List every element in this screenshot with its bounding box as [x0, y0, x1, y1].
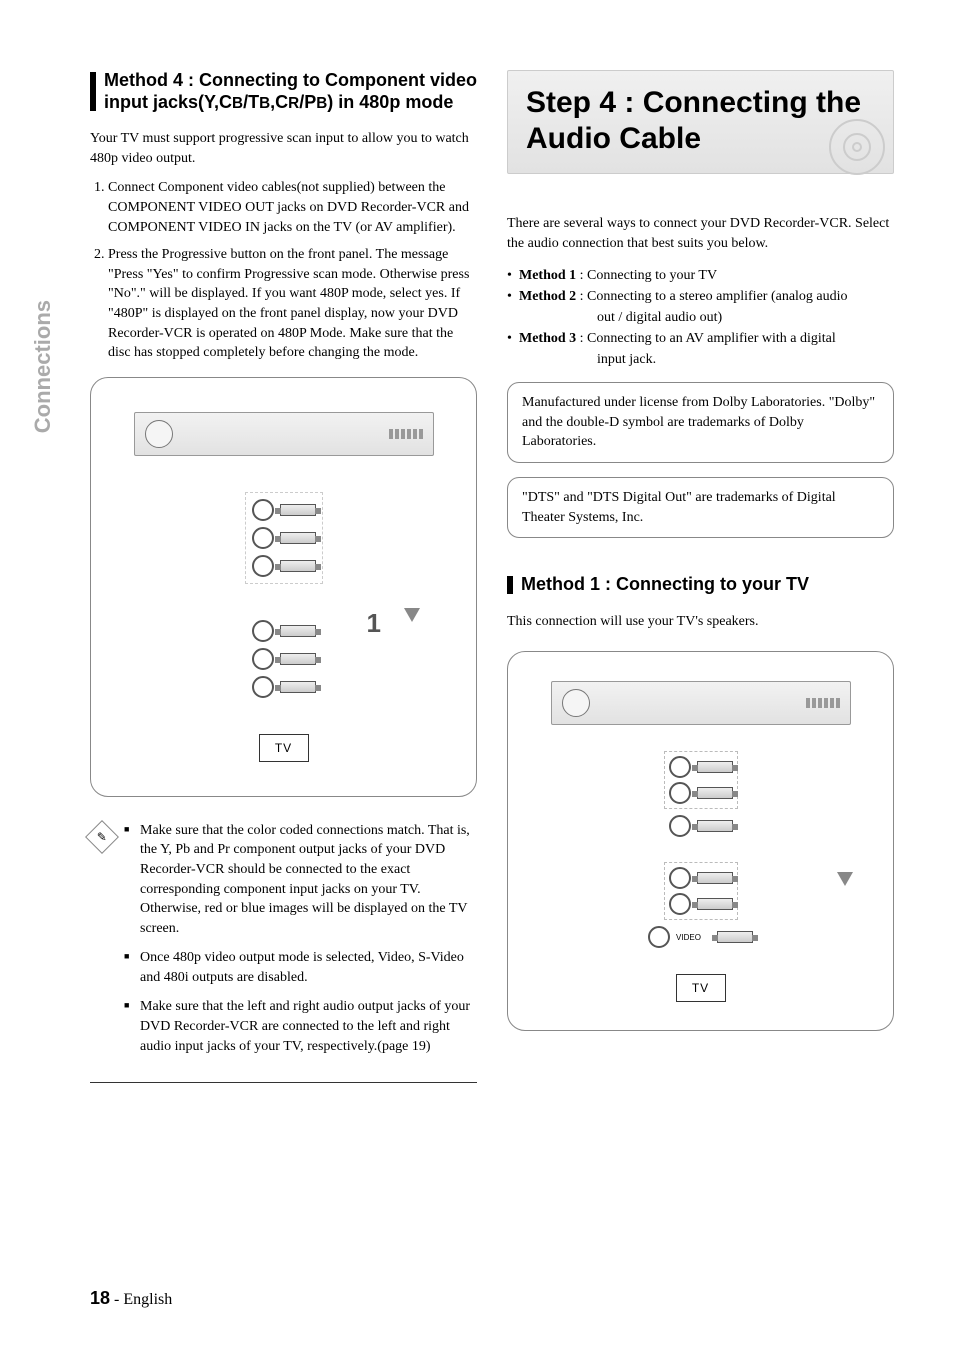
step4-banner: Step 4 : Connecting the Audio Cable — [507, 70, 894, 174]
method-label: Method 3 — [519, 331, 576, 346]
jack-audio-l-icon — [669, 782, 691, 804]
connection-diagram-2: VIDEO TV — [507, 651, 894, 1031]
method1-section: Method 1 : Connecting to your TV This co… — [507, 574, 894, 1031]
jack-audio-r-icon — [669, 756, 691, 778]
note-block: ✎ Make sure that the color coded connect… — [90, 821, 477, 1067]
note-item: Make sure that the color coded connectio… — [124, 821, 477, 939]
h-text3: ,C — [270, 92, 288, 112]
list-item: Method 1 : Connecting to your TV — [507, 265, 894, 286]
plug-icon — [717, 931, 753, 943]
method-text: : Connecting to a stereo amplifier (anal… — [576, 289, 847, 304]
jack-icon — [669, 867, 691, 889]
h-sc4: B — [316, 95, 327, 112]
banner-circles-icon — [815, 117, 885, 167]
audio-methods-list: Method 1 : Connecting to your TV Method … — [507, 265, 894, 370]
dts-info-box: "DTS" and "DTS Digital Out" are trademar… — [507, 477, 894, 538]
note-list: Make sure that the color coded connectio… — [124, 821, 477, 1067]
h-sc2: B — [259, 95, 270, 112]
jack-icon — [252, 676, 274, 698]
jack-pr-icon — [252, 555, 274, 577]
plug-icon — [280, 560, 316, 572]
jack-y-icon — [252, 499, 274, 521]
plug-icon — [280, 532, 316, 544]
right-column: Step 4 : Connecting the Audio Cable Ther… — [507, 70, 894, 1309]
method4-intro: Your TV must support progressive scan in… — [90, 129, 477, 168]
note-item: Make sure that the left and right audio … — [124, 997, 477, 1056]
list-item: Method 3 : Connecting to an AV amplifier… — [507, 328, 894, 370]
tv-label-box: TV — [676, 974, 726, 1002]
jack-icon — [648, 926, 670, 948]
device-knob-icon — [562, 689, 590, 717]
page-number: 18 — [90, 1288, 110, 1308]
plug-icon — [280, 504, 316, 516]
plug-icon — [280, 653, 316, 665]
h-sc3: R — [288, 95, 299, 112]
jack-pb-icon — [252, 527, 274, 549]
method-label: Method 1 — [519, 268, 576, 283]
plug-icon — [697, 761, 733, 773]
arrow-down-icon — [404, 608, 420, 622]
footer-language: English — [123, 1291, 172, 1308]
connection-diagram-1: 1 TV — [90, 377, 477, 797]
method-text: : Connecting to your TV — [576, 268, 717, 283]
arrow-down-icon — [837, 872, 853, 886]
note-item: Once 480p video output mode is selected,… — [124, 948, 477, 987]
h-text4: /P — [299, 92, 316, 112]
section-divider — [90, 1082, 477, 1083]
jack-video-icon — [669, 815, 691, 837]
device-ports-icon — [806, 698, 840, 708]
method-label: Method 2 — [519, 289, 576, 304]
component-out-jacks — [245, 492, 323, 584]
jack-icon — [669, 893, 691, 915]
plug-icon — [697, 787, 733, 799]
method4-steps: Connect Component video cables(not suppl… — [90, 178, 477, 362]
h-text2: /T — [243, 92, 259, 112]
device-knob-icon — [145, 420, 173, 448]
left-column: Method 4 : Connecting to Component video… — [90, 70, 477, 1309]
method1-heading: Method 1 : Connecting to your TV — [507, 574, 894, 596]
jack-icon — [252, 620, 274, 642]
method-cont: input jack. — [519, 352, 656, 367]
h-sc1: B — [232, 95, 243, 112]
plug-icon — [697, 820, 733, 832]
list-item: Method 2 : Connecting to a stereo amplif… — [507, 286, 894, 328]
method1-text: This connection will use your TV's speak… — [507, 612, 894, 632]
page-footer: 18 - English — [90, 1288, 172, 1309]
page-content: Method 4 : Connecting to Component video… — [0, 0, 954, 1349]
step4-intro: There are several ways to connect your D… — [507, 214, 894, 253]
plug-icon — [280, 681, 316, 693]
plug-icon — [697, 898, 733, 910]
device-ports-icon — [389, 429, 423, 439]
step-2: Press the Progressive button on the fron… — [108, 245, 477, 363]
tv-audio-in-jacks: VIDEO — [648, 862, 753, 948]
video-jack-label: VIDEO — [676, 933, 701, 942]
tv-label-box: TV — [259, 734, 309, 762]
audio-out-jacks — [664, 751, 738, 837]
dvd-recorder-illustration — [551, 681, 851, 725]
footer-sep: - — [114, 1291, 123, 1308]
method-cont: out / digital audio out) — [519, 310, 722, 325]
dvd-recorder-illustration — [134, 412, 434, 456]
plug-icon — [280, 625, 316, 637]
step-1: Connect Component video cables(not suppl… — [108, 178, 477, 237]
component-in-jacks — [252, 620, 316, 698]
jack-icon — [252, 648, 274, 670]
diagram-step-number: 1 — [367, 608, 381, 639]
note-icon: ✎ — [85, 820, 119, 854]
dolby-info-box: Manufactured under license from Dolby La… — [507, 382, 894, 463]
h-text5: ) in 480p mode — [327, 92, 453, 112]
method-text: : Connecting to an AV amplifier with a d… — [576, 331, 836, 346]
method4-heading: Method 4 : Connecting to Component video… — [90, 70, 477, 113]
plug-icon — [697, 872, 733, 884]
